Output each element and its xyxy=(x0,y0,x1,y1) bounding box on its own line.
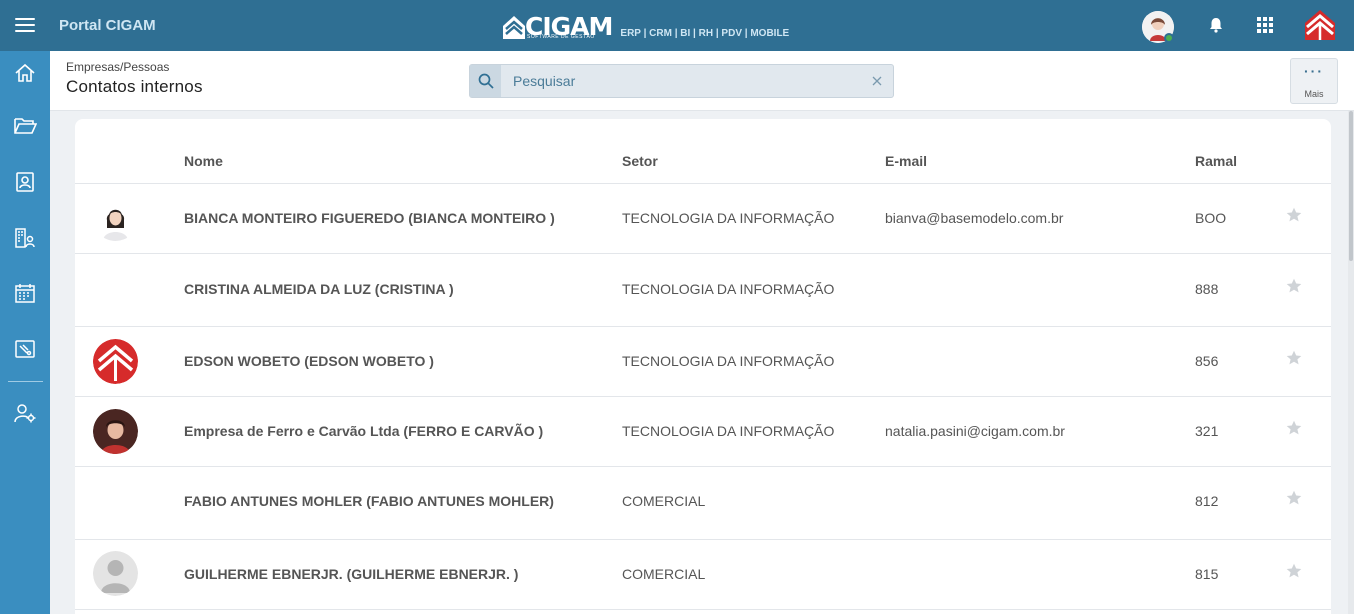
contact-ramal: 812 xyxy=(1195,493,1219,509)
table-row[interactable]: CRISTINA ALMEIDA DA LUZ (CRISTINA ) TECN… xyxy=(75,254,1331,327)
company-people-icon[interactable] xyxy=(0,218,50,258)
favorite-star-icon[interactable] xyxy=(1286,490,1302,506)
brand-logo: CIGAM SOFTWARE DE GESTÃO ERP | CRM | BI … xyxy=(503,12,789,40)
table-row[interactable]: Empresa de Ferro e Carvão Ltda (FERRO E … xyxy=(75,397,1331,467)
avatar xyxy=(93,196,138,241)
menu-icon[interactable] xyxy=(0,0,50,51)
contact-email[interactable]: bianva@basemodelo.com.br xyxy=(885,210,1063,226)
avatar xyxy=(93,339,138,384)
breadcrumb[interactable]: Empresas/Pessoas xyxy=(66,60,169,74)
portal-title[interactable]: Portal CIGAM xyxy=(59,17,156,34)
contact-name: Empresa de Ferro e Carvão Ltda (FERRO E … xyxy=(184,423,544,439)
table-row[interactable]: GUILHERME EBNERJR. (GUILHERME EBNERJR. )… xyxy=(75,540,1331,610)
avatar xyxy=(93,551,138,596)
favorite-star-icon[interactable] xyxy=(1286,563,1302,579)
page-title: Contatos internos xyxy=(66,77,203,96)
scrollbar-thumb[interactable] xyxy=(1349,111,1353,261)
contact-ramal: 856 xyxy=(1195,353,1219,369)
contact-setor: COMERCIAL xyxy=(622,493,706,509)
home-icon[interactable] xyxy=(0,53,50,93)
contact-email[interactable]: natalia.pasini@cigam.com.br xyxy=(885,423,1065,439)
contact-ramal: 815 xyxy=(1195,566,1219,582)
favorite-star-icon[interactable] xyxy=(1286,420,1302,436)
calendar-icon[interactable] xyxy=(0,273,50,313)
contact-setor: TECNOLOGIA DA INFORMAÇÃO xyxy=(622,281,835,297)
sidebar xyxy=(0,51,50,614)
column-header-ramal[interactable]: Ramal xyxy=(1195,153,1237,169)
bell-icon[interactable] xyxy=(1204,13,1228,37)
clear-search-icon[interactable] xyxy=(869,73,885,89)
page-header: Empresas/Pessoas Contatos internos ··· M… xyxy=(50,51,1354,111)
more-label: Mais xyxy=(1304,89,1324,99)
search-icon[interactable] xyxy=(470,65,501,97)
folder-open-icon[interactable] xyxy=(0,106,50,146)
contact-name: CRISTINA ALMEIDA DA LUZ (CRISTINA ) xyxy=(184,281,454,297)
column-header-setor[interactable]: Setor xyxy=(622,153,658,169)
sidebar-divider xyxy=(8,381,43,382)
column-header-email[interactable]: E-mail xyxy=(885,153,927,169)
contact-ramal: 321 xyxy=(1195,423,1219,439)
table-row[interactable]: FABIO ANTUNES MOHLER (FABIO ANTUNES MOHL… xyxy=(75,467,1331,540)
top-bar: Portal CIGAM CIGAM SOFTWARE DE GESTÃO ER… xyxy=(0,0,1354,51)
contact-name: BIANCA MONTEIRO FIGUEREDO (BIANCA MONTEI… xyxy=(184,210,555,226)
contact-setor: TECNOLOGIA DA INFORMAÇÃO xyxy=(622,210,835,226)
search-box xyxy=(469,64,894,98)
contact-ramal: BOO xyxy=(1195,210,1227,226)
contact-setor: COMERCIAL xyxy=(622,566,706,582)
search-input[interactable] xyxy=(504,65,864,97)
contact-name: FABIO ANTUNES MOHLER (FABIO ANTUNES MOHL… xyxy=(184,493,554,509)
contact-ramal: 888 xyxy=(1195,281,1219,297)
favorite-star-icon[interactable] xyxy=(1286,278,1302,294)
contact-setor: TECNOLOGIA DA INFORMAÇÃO xyxy=(622,353,835,369)
tickets-icon[interactable] xyxy=(0,329,50,369)
table-row[interactable]: BIANCA MONTEIRO FIGUEREDO (BIANCA MONTEI… xyxy=(75,184,1331,254)
cigam-logo-icon[interactable] xyxy=(1304,9,1336,41)
brand-modules: ERP | CRM | BI | RH | PDV | MOBILE xyxy=(620,28,790,39)
avatar xyxy=(93,409,138,454)
favorite-star-icon[interactable] xyxy=(1286,207,1302,223)
table-row[interactable]: EDSON WOBETO (EDSON WOBETO ) TECNOLOGIA … xyxy=(75,327,1331,397)
contact-name: EDSON WOBETO (EDSON WOBETO ) xyxy=(184,353,434,369)
contact-name: GUILHERME EBNERJR. (GUILHERME EBNERJR. ) xyxy=(184,566,519,582)
apps-grid-icon[interactable] xyxy=(1253,13,1277,37)
contact-setor: TECNOLOGIA DA INFORMAÇÃO xyxy=(622,423,835,439)
contacts-icon[interactable] xyxy=(0,162,50,202)
user-settings-icon[interactable] xyxy=(0,393,50,433)
contacts-table: Nome Setor E-mail Ramal BIANCA MONTEIRO … xyxy=(75,119,1331,614)
more-button[interactable]: ··· Mais xyxy=(1290,58,1338,104)
cigam-mark-icon xyxy=(503,16,525,39)
online-status-dot xyxy=(1164,33,1174,43)
scrollbar[interactable] xyxy=(1348,111,1354,614)
column-header-name[interactable]: Nome xyxy=(184,153,223,169)
more-dots-icon: ··· xyxy=(1304,63,1324,79)
favorite-star-icon[interactable] xyxy=(1286,350,1302,366)
brand-subtitle: SOFTWARE DE GESTÃO xyxy=(527,34,595,40)
